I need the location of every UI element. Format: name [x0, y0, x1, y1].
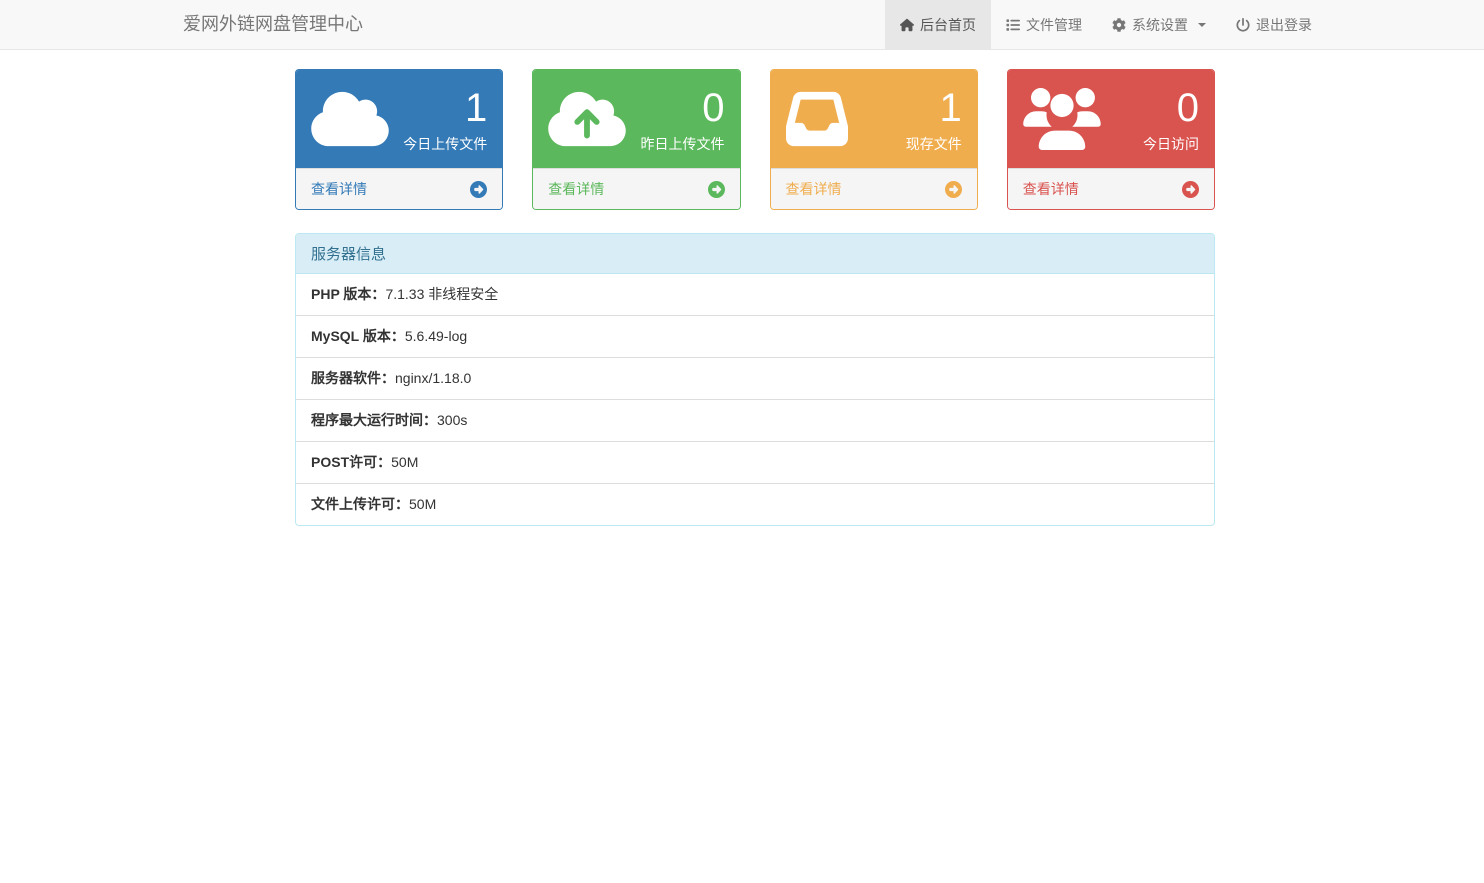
- row-value: 5.6.49-log: [405, 328, 467, 344]
- power-icon: [1236, 18, 1250, 32]
- gear-icon: [1112, 18, 1126, 32]
- home-icon: [900, 18, 914, 32]
- main-content: 1 今日上传文件 查看详情 0 昨日上传文件: [295, 50, 1215, 526]
- row-value: 300s: [437, 412, 467, 428]
- stat-value: 1: [403, 85, 487, 131]
- stat-card-heading: 1 今日上传文件: [296, 70, 502, 168]
- view-details-link[interactable]: 查看详情: [296, 168, 502, 209]
- nav-item-label: 退出登录: [1256, 15, 1312, 35]
- stat-label: 现存文件: [906, 134, 962, 154]
- stat-cards-row: 1 今日上传文件 查看详情 0 昨日上传文件: [295, 69, 1215, 210]
- cloud-upload-icon: [548, 88, 626, 150]
- row-label: 服务器软件：: [311, 370, 395, 386]
- app-title: 爱网外链网盘管理中心: [157, 0, 363, 49]
- stat-card-heading: 0 今日访问: [1008, 70, 1214, 168]
- row-label: 程序最大运行时间：: [311, 412, 437, 428]
- nav-item-system-settings[interactable]: 系统设置: [1097, 0, 1221, 49]
- row-label: 文件上传许可：: [311, 496, 409, 512]
- row-label: PHP 版本：: [311, 286, 385, 302]
- list-icon: [1006, 18, 1020, 32]
- caret-down-icon: [1198, 23, 1206, 27]
- stat-label: 今日上传文件: [403, 134, 487, 154]
- stat-card-heading: 1 现存文件: [771, 70, 977, 168]
- stat-value: 1: [906, 85, 962, 131]
- server-info-row-server-software: 服务器软件：nginx/1.18.0: [296, 358, 1214, 400]
- stat-value: 0: [641, 85, 725, 131]
- server-info-panel: 服务器信息 PHP 版本：7.1.33 非线程安全 MySQL 版本：5.6.4…: [295, 233, 1215, 526]
- row-value: 7.1.33 非线程安全: [385, 286, 498, 302]
- row-label: MySQL 版本：: [311, 328, 405, 344]
- nav-item-file-management[interactable]: 文件管理: [991, 0, 1097, 49]
- stat-value: 0: [1143, 85, 1199, 131]
- arrow-circle-right-icon: [1182, 181, 1199, 198]
- nav-item-label: 文件管理: [1026, 15, 1082, 35]
- row-value: nginx/1.18.0: [395, 370, 471, 386]
- stat-card-existing-files: 1 现存文件 查看详情: [770, 69, 978, 210]
- stat-card-heading: 0 昨日上传文件: [533, 70, 739, 168]
- stat-card-today-uploads: 1 今日上传文件 查看详情: [295, 69, 503, 210]
- server-info-row-upload-limit: 文件上传许可：50M: [296, 484, 1214, 525]
- nav-item-label: 后台首页: [920, 15, 976, 35]
- users-icon: [1023, 88, 1101, 150]
- inbox-icon: [786, 88, 848, 150]
- view-details-label: 查看详情: [786, 179, 842, 199]
- arrow-circle-right-icon: [470, 181, 487, 198]
- stat-card-today-visits: 0 今日访问 查看详情: [1007, 69, 1215, 210]
- server-info-row-post-limit: POST许可：50M: [296, 442, 1214, 484]
- view-details-link[interactable]: 查看详情: [1008, 168, 1214, 209]
- top-navbar: 爱网外链网盘管理中心 后台首页 文件管理 系统设置: [0, 0, 1484, 50]
- server-info-row-max-execution-time: 程序最大运行时间：300s: [296, 400, 1214, 442]
- nav-menu: 后台首页 文件管理 系统设置 退出登录: [885, 0, 1327, 49]
- view-details-label: 查看详情: [548, 179, 604, 199]
- row-value: 50M: [391, 454, 418, 470]
- row-label: POST许可：: [311, 454, 391, 470]
- stat-label: 今日访问: [1143, 134, 1199, 154]
- nav-item-label: 系统设置: [1132, 15, 1188, 35]
- view-details-link[interactable]: 查看详情: [533, 168, 739, 209]
- view-details-label: 查看详情: [311, 179, 367, 199]
- arrow-circle-right-icon: [708, 181, 725, 198]
- nav-item-logout[interactable]: 退出登录: [1221, 0, 1327, 49]
- view-details-label: 查看详情: [1023, 179, 1079, 199]
- arrow-circle-right-icon: [945, 181, 962, 198]
- view-details-link[interactable]: 查看详情: [771, 168, 977, 209]
- server-info-title: 服务器信息: [296, 234, 1214, 274]
- stat-card-yesterday-uploads: 0 昨日上传文件 查看详情: [532, 69, 740, 210]
- stat-label: 昨日上传文件: [641, 134, 725, 154]
- server-info-row-php: PHP 版本：7.1.33 非线程安全: [296, 274, 1214, 316]
- server-info-row-mysql: MySQL 版本：5.6.49-log: [296, 316, 1214, 358]
- nav-item-dashboard[interactable]: 后台首页: [885, 0, 991, 49]
- cloud-icon: [311, 88, 389, 150]
- row-value: 50M: [409, 496, 436, 512]
